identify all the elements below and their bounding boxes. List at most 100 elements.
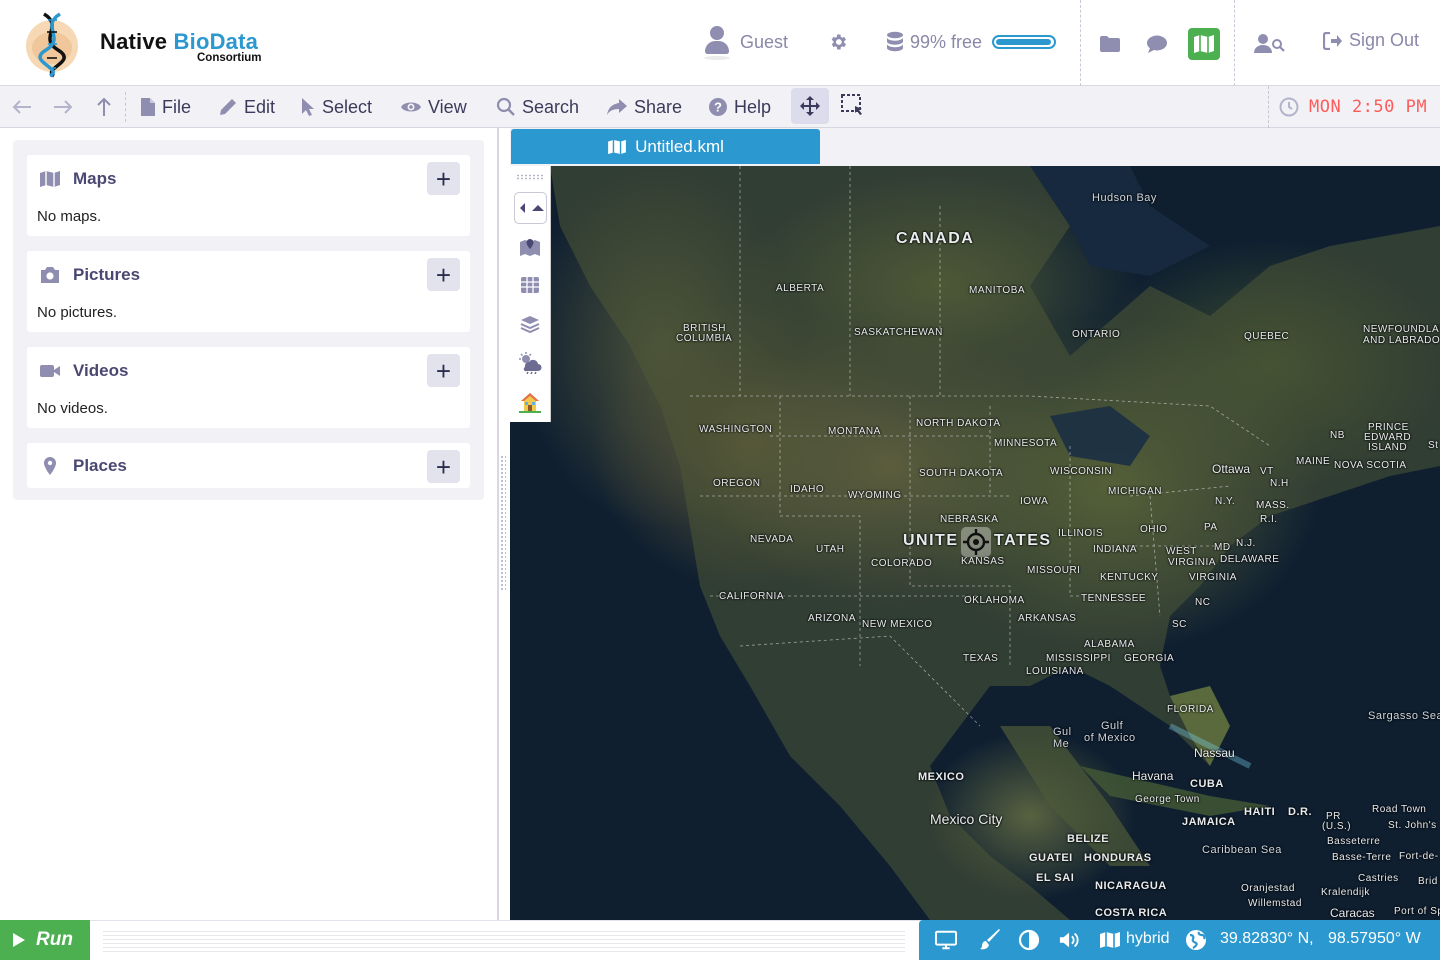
globe-button[interactable] xyxy=(1185,929,1207,951)
map-label: Me xyxy=(1053,738,1070,750)
map-label: Kralendijk xyxy=(1321,887,1370,898)
user-menu[interactable]: Guest xyxy=(704,26,788,60)
menu-help-label: Help xyxy=(734,96,772,117)
map-label: VT xyxy=(1260,466,1274,477)
folder-button[interactable] xyxy=(1094,28,1126,60)
contrast-button[interactable] xyxy=(1018,929,1040,951)
map-label: MASS. xyxy=(1256,500,1290,511)
clock-text: MON 2:50 PM xyxy=(1309,97,1428,117)
map-label: CUBA xyxy=(1190,778,1224,790)
menu-edit[interactable]: Edit xyxy=(218,86,275,128)
user-search-button[interactable] xyxy=(1254,28,1286,60)
map-icon xyxy=(1194,35,1214,53)
paint-button[interactable] xyxy=(979,929,1001,951)
chat-button[interactable] xyxy=(1141,28,1173,60)
map-label: EL SAI xyxy=(1036,872,1075,884)
map-view-button[interactable] xyxy=(1188,28,1220,60)
pictures-card: Pictures + No pictures. xyxy=(27,251,470,332)
places-card-label: Places xyxy=(73,456,127,475)
help-icon: ? xyxy=(709,98,727,116)
pencil-icon xyxy=(220,99,236,115)
settings-button[interactable] xyxy=(828,32,848,52)
map-style-label[interactable]: hybrid xyxy=(1126,930,1170,948)
places-card-title[interactable]: Places xyxy=(39,456,127,476)
tools-drag-handle[interactable] xyxy=(516,174,544,180)
sign-out-button[interactable]: Sign Out xyxy=(1323,30,1419,51)
map-canvas[interactable]: Hudson Bay CANADA ALBERTA MANITOBA BRITI… xyxy=(510,166,1440,920)
volume-button[interactable] xyxy=(1059,929,1081,951)
sign-out-icon xyxy=(1323,31,1342,50)
layers-tool-button[interactable] xyxy=(518,312,542,336)
map-label: MONTANA xyxy=(828,426,881,437)
pan-tool-button[interactable] xyxy=(791,88,829,124)
user-search-icon xyxy=(1254,34,1285,53)
map-label: Gul xyxy=(1053,726,1072,738)
map-label: Willemstad xyxy=(1248,898,1302,909)
map-label: MANITOBA xyxy=(969,285,1026,296)
library-panel: Maps + No maps. Pictures + No pictures. … xyxy=(13,140,484,500)
map-label: NEVADA xyxy=(750,534,794,545)
longitude-readout: 98.57950° W xyxy=(1328,930,1421,947)
map-pin-icon xyxy=(44,457,56,475)
map-label: KENTUCKY xyxy=(1100,572,1159,583)
brand-name-part2: BioData xyxy=(173,29,259,54)
map-label: NEBRASKA xyxy=(940,514,999,525)
map-status-panel: hybrid 39.82830° N, 98.57950° W xyxy=(919,920,1440,960)
storage-indicator[interactable]: 99% free xyxy=(886,31,1057,53)
sign-out-label: Sign Out xyxy=(1349,30,1420,50)
map-label: VIRGINIA xyxy=(1189,572,1237,583)
maps-card-title[interactable]: Maps xyxy=(39,169,116,189)
forward-button[interactable] xyxy=(46,86,80,128)
map-label: JAMAICA xyxy=(1182,816,1236,828)
map-label: Road Town xyxy=(1372,804,1427,815)
add-video-button[interactable]: + xyxy=(427,354,460,387)
run-button[interactable]: Run xyxy=(0,920,90,960)
menu-help[interactable]: ? Help xyxy=(708,86,771,128)
menu-file[interactable]: File xyxy=(140,86,191,128)
map-label: COLORADO xyxy=(871,558,933,569)
tab-untitled-kml[interactable]: Untitled.kml xyxy=(511,129,820,164)
table-tool-button[interactable] xyxy=(518,273,542,297)
add-picture-button[interactable]: + xyxy=(427,258,460,291)
map-label: NB xyxy=(1330,430,1345,441)
panel-divider xyxy=(497,128,499,920)
box-select-tool-button[interactable] xyxy=(836,88,870,124)
map-pin-tool-button[interactable] xyxy=(518,235,542,259)
videos-card-title[interactable]: Videos xyxy=(39,361,128,381)
map-label: MAINE xyxy=(1296,456,1331,467)
map-label: Nassau xyxy=(1194,746,1235,760)
pictures-card-title[interactable]: Pictures xyxy=(39,265,140,285)
map-label: Castries xyxy=(1358,873,1399,884)
add-place-button[interactable]: + xyxy=(427,450,460,483)
volume-icon xyxy=(1059,932,1079,948)
map-label: Ottawa xyxy=(1212,462,1251,476)
home-icon xyxy=(519,393,541,413)
dna-logo-icon[interactable] xyxy=(24,8,84,78)
weather-icon xyxy=(519,352,542,374)
map-style-button[interactable] xyxy=(1099,929,1121,951)
menu-file-label: File xyxy=(162,96,192,117)
menu-view[interactable]: View xyxy=(400,86,467,128)
back-button[interactable] xyxy=(5,86,39,128)
map-label: ARKANSAS xyxy=(1018,613,1077,624)
console-output[interactable] xyxy=(103,928,905,952)
add-map-button[interactable]: + xyxy=(427,162,460,195)
map-label: HONDURAS xyxy=(1084,852,1152,864)
up-button[interactable] xyxy=(87,86,121,128)
menu-search-label: Search xyxy=(522,96,580,117)
panel-resize-handle[interactable] xyxy=(500,455,506,590)
collapse-tools-button[interactable] xyxy=(514,192,547,224)
camera-icon xyxy=(41,267,59,283)
weather-tool-button[interactable] xyxy=(518,351,542,375)
home-tool-button[interactable] xyxy=(518,390,542,414)
clock: MON 2:50 PM xyxy=(1268,86,1427,128)
map-label: UTAH xyxy=(816,544,845,555)
map-label: COSTA RICA xyxy=(1095,907,1168,919)
menu-share[interactable]: Share xyxy=(606,86,682,128)
menu-search[interactable]: Search xyxy=(496,86,579,128)
cursor-icon xyxy=(302,98,314,116)
map-label: NICARAGUA xyxy=(1095,880,1167,892)
arrow-up-icon xyxy=(97,97,111,116)
menu-select[interactable]: Select xyxy=(301,86,372,128)
display-button[interactable] xyxy=(935,929,957,951)
